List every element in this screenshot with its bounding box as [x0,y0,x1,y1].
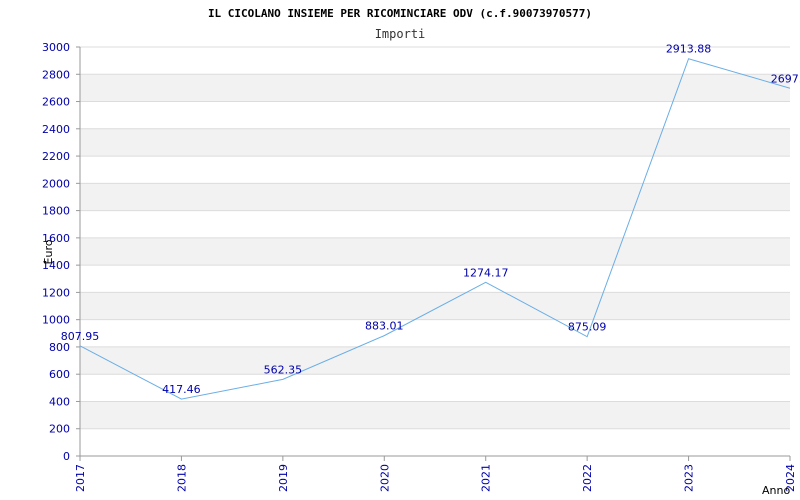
y-tick-label: 2200 [42,150,70,163]
line-chart: 0200400600800100012001400160018002000220… [42,7,800,497]
y-tick-label: 2600 [42,96,70,109]
y-tick-label: 200 [49,423,70,436]
plot-band [80,292,790,320]
y-tick-label: 0 [63,450,70,463]
data-label: 1274.17 [463,266,509,279]
y-tick-label: 800 [49,341,70,354]
y-tick-label: 400 [49,395,70,408]
y-tick-label: 3000 [42,41,70,54]
y-tick-label: 1800 [42,205,70,218]
x-tick-label: 2022 [581,464,594,492]
chart-subtitle: Importi [375,27,426,41]
plot-bands [80,74,790,429]
y-tick-label: 600 [49,368,70,381]
data-label: 807.95 [61,330,100,343]
x-tick-label: 2017 [74,464,87,492]
data-label: 883.01 [365,320,404,333]
plot-band [80,401,790,429]
y-tick-label: 2400 [42,123,70,136]
y-axis-label: Euro [42,239,55,264]
x-axis-ticks: 2017 2018 2019 2020 2021 2022 2023 2024 [74,456,797,492]
x-tick-label: 2019 [277,464,290,492]
x-axis-label: Anno [762,484,790,497]
data-label: 417.46 [162,383,201,396]
y-tick-label: 2800 [42,68,70,81]
y-tick-label: 1000 [42,314,70,327]
data-label: 2697.3 [771,72,800,85]
data-label: 2913.88 [666,43,712,56]
y-tick-label: 1200 [42,286,70,299]
x-tick-label: 2021 [480,464,493,492]
data-label: 875.09 [568,321,607,334]
plot-band [80,183,790,211]
y-tick-label: 2000 [42,177,70,190]
x-tick-label: 2023 [683,464,696,492]
x-tick-label: 2018 [175,464,188,492]
plot-band [80,128,790,157]
x-tick-label: 2020 [378,464,391,492]
chart-title: IL CICOLANO INSIEME PER RICOMINCIARE ODV… [208,7,592,20]
plot-band [80,74,790,102]
plot-band [80,237,790,266]
data-label: 562.35 [264,363,303,376]
plot-band [80,346,790,375]
